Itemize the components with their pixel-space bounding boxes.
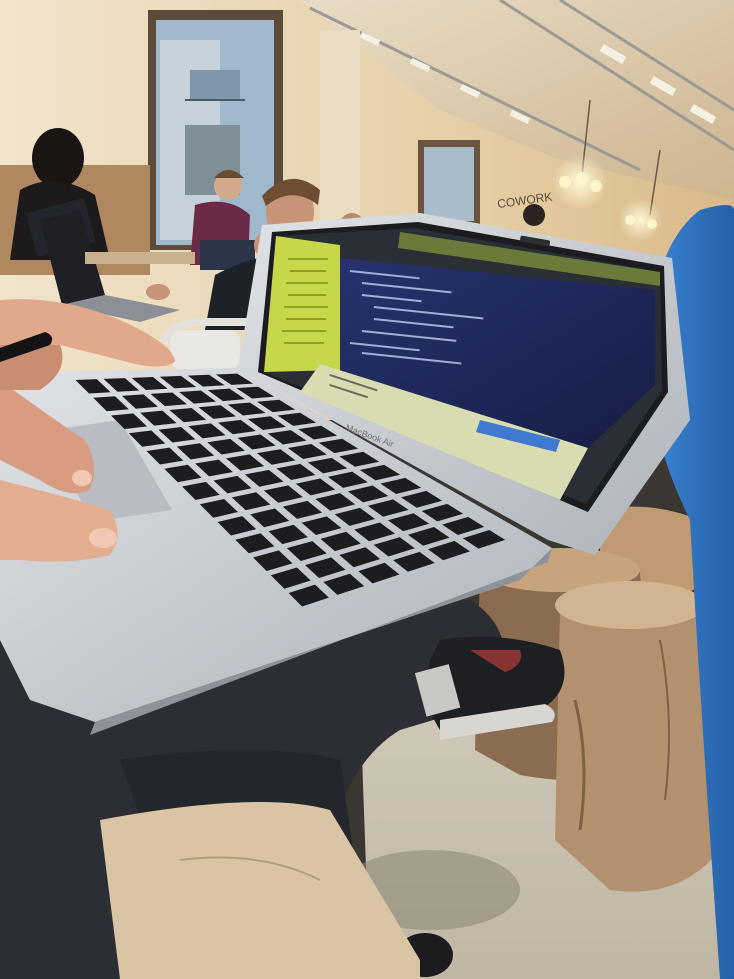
coworking-laptop-photo: COWORK MacBook Air bbox=[0, 0, 734, 979]
wood-stump-front bbox=[555, 581, 720, 892]
background-table bbox=[85, 252, 195, 264]
window-right bbox=[418, 140, 480, 225]
white-bag bbox=[170, 330, 240, 370]
editor-sidebar bbox=[264, 236, 340, 372]
pillar bbox=[320, 30, 360, 240]
photo-scene: COWORK MacBook Air bbox=[0, 0, 734, 979]
